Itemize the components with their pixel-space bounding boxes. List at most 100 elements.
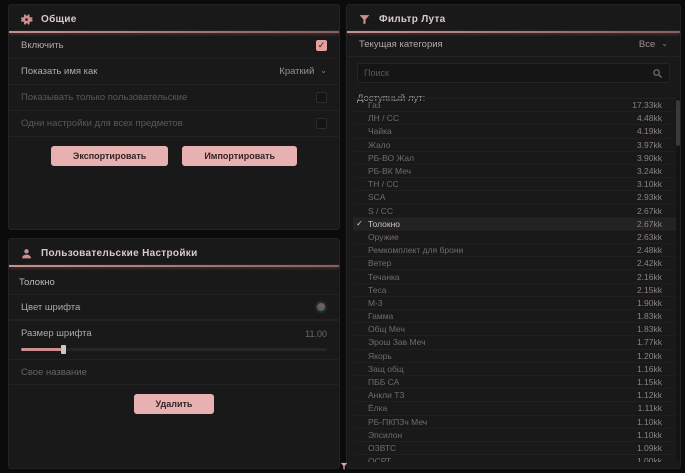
export-button[interactable]: Экспортировать [51, 146, 168, 166]
user-icon [19, 246, 33, 260]
custom-name-input[interactable] [21, 367, 327, 378]
slider-fill [21, 348, 63, 351]
loot-item-row[interactable]: Чайка4.19kk [353, 125, 676, 138]
loot-item-name: Чайка [366, 126, 637, 136]
loot-item-value: 2.15kk [637, 285, 662, 295]
loot-item-row[interactable]: ОЗВТС1.09kk [353, 442, 676, 455]
loot-filter-header: Фильтр Лута [347, 5, 680, 31]
loot-item-name: Жало [366, 140, 637, 150]
loot-item-row[interactable]: Жало3.97kk [353, 139, 676, 152]
general-panel-title: Общие [41, 14, 77, 25]
loot-item-row[interactable]: Якорь1.20kk [353, 350, 676, 363]
loot-item-value: 2.63kk [637, 232, 662, 242]
loot-item-value: 4.19kk [637, 126, 662, 136]
loot-item-value: 1.83kk [637, 311, 662, 321]
loot-item-value: 1.11kk [638, 403, 662, 413]
only-custom-checkbox[interactable] [316, 92, 327, 103]
loot-item-value: 3.10kk [637, 179, 662, 189]
loot-filter-panel: Фильтр Лута Текущая категория Все ⌄ Дост… [346, 4, 681, 469]
loot-item-value: 2.67kk [637, 219, 662, 229]
loot-item-value: 1.77kk [637, 337, 662, 347]
enable-checkbox[interactable]: ✓ [316, 40, 327, 51]
loot-item-value: 1.90kk [637, 298, 662, 308]
loot-item-name: Ёлка [366, 403, 638, 413]
loot-item-name: Защ общ [366, 364, 637, 374]
loot-item-row[interactable]: РБ-ВО Жал3.90kk [353, 152, 676, 165]
loot-item-row[interactable]: РБ-ПКПЗч Меч1.10kk [353, 416, 676, 429]
check-icon: ✓ [353, 219, 366, 228]
scrollbar-thumb[interactable] [676, 100, 680, 146]
category-label: Текущая категория [359, 39, 443, 50]
loot-item-value: 17.33kk [632, 100, 662, 110]
loot-item-row[interactable]: Гамма1.83kk [353, 310, 676, 323]
loot-item-row[interactable]: ✓Толокно2.67kk [353, 218, 676, 231]
loot-item-name: Газ [366, 100, 632, 110]
loot-item-name: ПББ СА [366, 377, 637, 387]
loot-item-name: РБ-ВО Жал [366, 153, 637, 163]
loot-item-value: 3.90kk [637, 153, 662, 163]
category-dropdown[interactable]: Все ⌄ [639, 39, 668, 50]
loot-item-row[interactable]: Оружие2.63kk [353, 231, 676, 244]
loot-item-row[interactable]: Ёлка1.11kk [353, 402, 676, 415]
delete-button[interactable]: Удалить [134, 394, 215, 414]
loot-item-name: М-3 [366, 298, 637, 308]
loot-item-row[interactable]: РБ-ВК Меч3.24kk [353, 165, 676, 178]
loot-item-row[interactable]: S / СС2.67kk [353, 205, 676, 218]
font-color-label: Цвет шрифта [21, 302, 80, 313]
loot-item-row[interactable]: ЛН / СС4.48kk [353, 112, 676, 125]
user-settings-title: Пользовательские Настройки [41, 248, 198, 259]
general-panel: Общие Включить ✓ Показать имя как Кратки… [8, 4, 340, 230]
loot-item-row[interactable]: ТН / СС3.10kk [353, 178, 676, 191]
loot-item-name: Теса [366, 285, 637, 295]
loot-item-row[interactable]: Ветер2.42kk [353, 257, 676, 270]
custom-name-row [9, 359, 339, 385]
loot-item-row[interactable]: Общ Меч1.83kk [353, 323, 676, 336]
font-color-row: Цвет шрифта [9, 294, 339, 320]
loot-item-name: Течанка [366, 272, 637, 282]
loot-item-name: Ремкомплект для брони [366, 245, 637, 255]
search-icon[interactable] [652, 68, 663, 79]
font-size-label: Размер шрифта [21, 328, 92, 339]
loot-item-row[interactable]: ПББ СА1.15kk [353, 376, 676, 389]
loot-item-name: ОСРТ [366, 456, 637, 462]
only-custom-label: Показывать только пользовательские [21, 92, 187, 103]
same-settings-checkbox[interactable] [316, 118, 327, 129]
loot-item-row[interactable]: М-31.90kk [353, 297, 676, 310]
loot-item-row[interactable]: SCA2.93kk [353, 191, 676, 204]
bottom-funnel-icon[interactable] [338, 461, 350, 472]
loot-item-row[interactable]: Защ общ1.16kk [353, 363, 676, 376]
loot-filter-title: Фильтр Лута [379, 14, 446, 25]
loot-item-row[interactable]: Эпсилон1.10kk [353, 429, 676, 442]
loot-item-row[interactable]: Течанка2.16kk [353, 270, 676, 283]
show-name-value: Краткий [279, 66, 314, 77]
slider-handle[interactable] [61, 345, 66, 354]
user-settings-panel: Пользовательские Настройки Толокно Цвет … [8, 238, 340, 469]
loot-item-value: 3.24kk [637, 166, 662, 176]
loot-item-row[interactable]: Эрош Зав Меч1.77kk [353, 336, 676, 349]
loot-item-row[interactable]: Анкли ТЗ1.12kk [353, 389, 676, 402]
loot-item-value: 2.93kk [637, 192, 662, 202]
loot-item-name: Эрош Зав Меч [366, 337, 637, 347]
loot-item-row[interactable]: Ремкомплект для брони2.48kk [353, 244, 676, 257]
loot-item-row[interactable]: Газ17.33kk [353, 99, 676, 112]
loot-item-name: ТН / СС [366, 179, 637, 189]
loot-item-row[interactable]: Теса2.15kk [353, 284, 676, 297]
loot-item-value: 2.42kk [637, 258, 662, 268]
loot-item-value: 1.20kk [637, 351, 662, 361]
page: Общие Включить ✓ Показать имя как Кратки… [0, 0, 685, 473]
import-button[interactable]: Импортировать [182, 146, 297, 166]
only-custom-row: Показывать только пользовательские [9, 85, 339, 111]
same-settings-row: Одни настройки для всех предметов [9, 111, 339, 137]
font-size-slider[interactable] [21, 348, 327, 351]
search-input[interactable] [364, 68, 652, 78]
color-wheel-icon[interactable] [315, 301, 327, 313]
loot-item-value: 1.15kk [637, 377, 662, 387]
show-name-dropdown[interactable]: Краткий ⌄ [279, 66, 327, 77]
loot-list-scrollbar[interactable] [676, 98, 680, 462]
loot-item-value: 1.12kk [637, 390, 662, 400]
loot-item-name: Общ Меч [366, 324, 637, 334]
loot-item-row[interactable]: ОСРТ1.00kk [353, 455, 676, 462]
loot-item-value: 1.10kk [637, 417, 662, 427]
loot-item-value: 1.09kk [637, 443, 662, 453]
loot-item-value: 2.48kk [637, 245, 662, 255]
